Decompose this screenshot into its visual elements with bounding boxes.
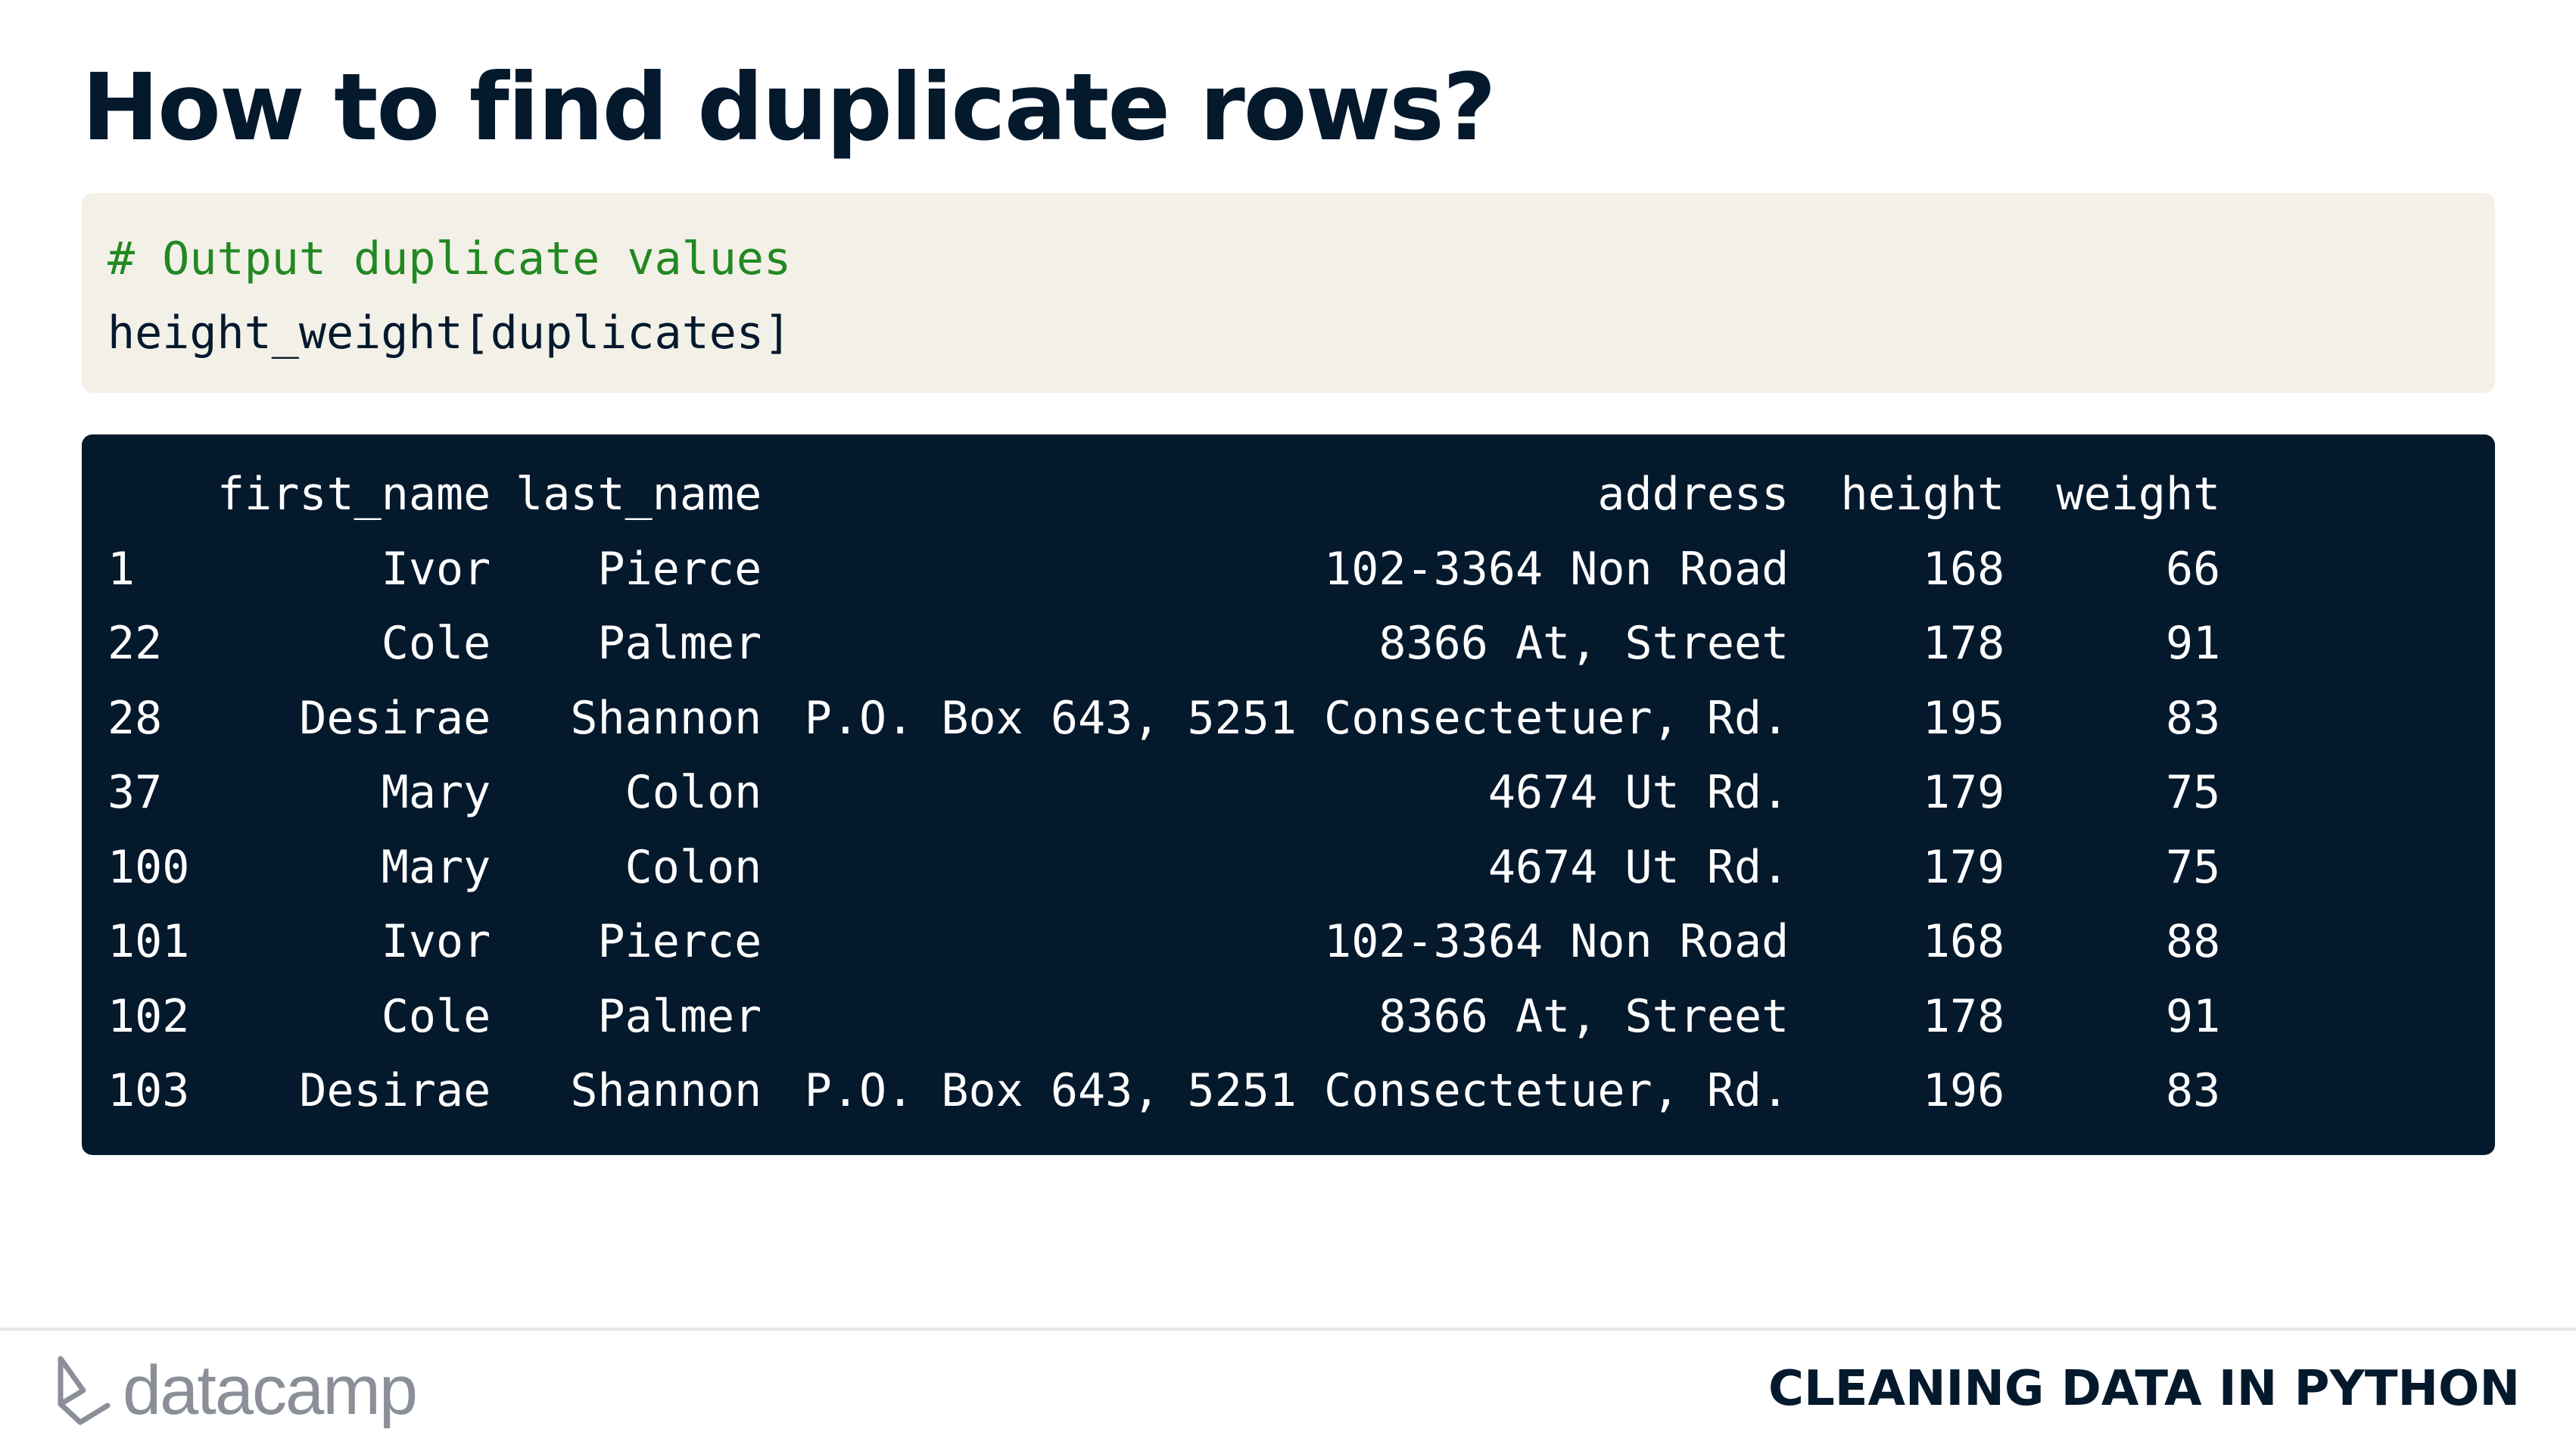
weight-cell: 75 xyxy=(2165,766,2221,820)
code-block: # Output duplicate values height_weight[… xyxy=(82,193,2495,393)
logo-wordmark: datacamp xyxy=(123,1351,418,1429)
table-row: 1 Ivor Pierce 102-3364 Non Road 168 66 xyxy=(107,532,2220,607)
index-column-header xyxy=(107,457,217,532)
address-cell: 102-3364 Non Road xyxy=(1324,542,1789,596)
height-cell: 179 xyxy=(1922,766,2005,820)
height-column-header: height xyxy=(1840,468,2005,522)
last-name-cell: Palmer xyxy=(597,989,762,1043)
first-name-cell: Desirae xyxy=(299,691,491,745)
height-cell: 178 xyxy=(1922,617,2005,671)
first-name-cell: Mary xyxy=(381,840,491,894)
table-header-row: first_name last_name address height weig… xyxy=(107,457,2220,532)
address-cell: 102-3364 Non Road xyxy=(1324,915,1789,969)
address-column-header: address xyxy=(1597,468,1789,522)
height-cell: 168 xyxy=(1922,542,2005,596)
first-name-cell: Mary xyxy=(381,766,491,820)
last-name-cell: Shannon xyxy=(570,1064,762,1118)
footer-divider xyxy=(0,1328,2576,1331)
address-cell: P.O. Box 643, 5251 Consectetuer, Rd. xyxy=(804,1064,1789,1118)
first-name-column-header: first_name xyxy=(217,468,491,522)
address-cell: 8366 At, Street xyxy=(1378,617,1789,671)
output-block: first_name last_name address height weig… xyxy=(82,434,2495,1155)
first-name-cell: Cole xyxy=(381,617,491,671)
row-index: 37 xyxy=(107,766,163,820)
weight-cell: 91 xyxy=(2165,617,2221,671)
weight-cell: 66 xyxy=(2165,542,2221,596)
row-index: 22 xyxy=(107,617,163,671)
table-row: 101 Ivor Pierce 102-3364 Non Road 168 88 xyxy=(107,905,2220,979)
weight-cell: 83 xyxy=(2165,691,2221,745)
address-cell: P.O. Box 643, 5251 Consectetuer, Rd. xyxy=(804,691,1789,745)
last-name-cell: Colon xyxy=(625,840,762,894)
row-index: 100 xyxy=(107,840,190,894)
height-cell: 178 xyxy=(1922,989,2005,1043)
code-statement-line: height_weight[duplicates] xyxy=(107,307,792,360)
code-comment-line: # Output duplicate values xyxy=(107,232,792,285)
address-cell: 4674 Ut Rd. xyxy=(1487,766,1789,820)
weight-cell: 91 xyxy=(2165,989,2221,1043)
address-cell: 8366 At, Street xyxy=(1378,989,1789,1043)
row-index: 102 xyxy=(107,989,190,1043)
last-name-cell: Colon xyxy=(625,766,762,820)
last-name-cell: Pierce xyxy=(597,915,762,969)
address-cell: 4674 Ut Rd. xyxy=(1487,840,1789,894)
datacamp-logo-icon xyxy=(58,1356,111,1425)
first-name-cell: Cole xyxy=(381,989,491,1043)
last-name-cell: Shannon xyxy=(570,691,762,745)
first-name-cell: Desirae xyxy=(299,1064,491,1118)
table-row: 37 Mary Colon 4674 Ut Rd. 179 75 xyxy=(107,755,2220,830)
first-name-cell: Ivor xyxy=(381,542,491,596)
row-index: 1 xyxy=(107,542,135,596)
row-index: 28 xyxy=(107,691,163,745)
dataframe-output-table: first_name last_name address height weig… xyxy=(107,457,2220,1129)
last-name-cell: Palmer xyxy=(597,617,762,671)
height-cell: 168 xyxy=(1922,915,2005,969)
last-name-column-header: last_name xyxy=(516,468,762,522)
table-row: 103 Desirae Shannon P.O. Box 643, 5251 C… xyxy=(107,1054,2220,1129)
first-name-cell: Ivor xyxy=(381,915,491,969)
table-row: 100 Mary Colon 4674 Ut Rd. 179 75 xyxy=(107,830,2220,905)
height-cell: 196 xyxy=(1922,1064,2005,1118)
weight-cell: 88 xyxy=(2165,915,2221,969)
weight-cell: 75 xyxy=(2165,840,2221,894)
height-cell: 179 xyxy=(1922,840,2005,894)
weight-cell: 83 xyxy=(2165,1064,2221,1118)
datacamp-logo: datacamp xyxy=(53,1349,418,1432)
table-row: 28 Desirae Shannon P.O. Box 643, 5251 Co… xyxy=(107,681,2220,756)
course-name: CLEANING DATA IN PYTHON xyxy=(1768,1361,2520,1417)
row-index: 103 xyxy=(107,1064,190,1118)
weight-column-header: weight xyxy=(2056,468,2221,522)
last-name-cell: Pierce xyxy=(597,542,762,596)
row-index: 101 xyxy=(107,915,190,969)
slide-title: How to find duplicate rows? xyxy=(82,54,1497,161)
height-cell: 195 xyxy=(1922,691,2005,745)
table-row: 22 Cole Palmer 8366 At, Street 178 91 xyxy=(107,606,2220,681)
table-row: 102 Cole Palmer 8366 At, Street 178 91 xyxy=(107,979,2220,1054)
